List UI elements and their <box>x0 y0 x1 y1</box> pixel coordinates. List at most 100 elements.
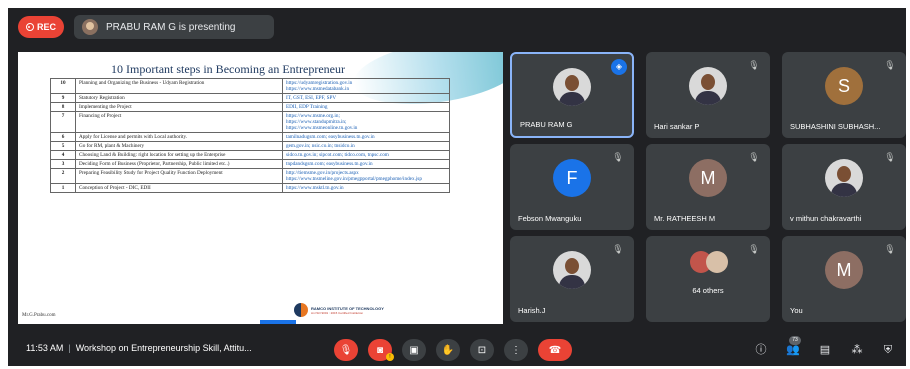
meet-window: REC PRABU RAM G is presenting 10 Importa… <box>8 8 906 366</box>
meeting-info: 11:53 AM | Workshop on Entrepreneurship Sk… <box>26 343 252 353</box>
presenter-avatar <box>82 19 98 35</box>
table-row: 1 Conception of Project - DIC, EDII https:… <box>50 183 450 193</box>
institution-seal-icon <box>294 303 308 317</box>
step-number: 1 <box>50 183 76 193</box>
avatar <box>553 251 591 290</box>
participant-tile[interactable]: Hari sankar P 🎙 <box>646 52 770 138</box>
step-number: 9 <box>50 93 76 103</box>
step-links: https://www.msktl.tn.gov.in <box>282 183 450 193</box>
step-number: 2 <box>50 168 76 184</box>
info-icon: ⓘ <box>755 344 767 356</box>
meeting-title: Workshop on Entrepreneurship Skill, Atti… <box>75 343 252 353</box>
more-options-button[interactable]: ⋮ <box>504 339 528 361</box>
table-row: 2 Preparing Feasibility Study for Project… <box>50 168 450 184</box>
avatar: F <box>553 159 591 198</box>
step-links: IT, GST, ESI, EPF, SPV <box>282 93 450 103</box>
participant-name: PRABU RAM G <box>520 120 573 129</box>
participant-tile[interactable]: M Mr. RATHEESH M 🎙 <box>646 144 770 230</box>
raise-hand-button[interactable]: ✋ <box>436 339 460 361</box>
captions-button[interactable]: ▣ <box>402 339 426 361</box>
shield-icon: ⛨ <box>883 344 893 356</box>
table-row: 8 Implementing the Project EDII, EDP Train… <box>50 102 450 112</box>
mic-muted-icon: 🎙 <box>748 152 760 162</box>
participant-tile[interactable]: F Febson Mwanguku 🎙 <box>510 144 634 230</box>
meeting-details-button[interactable]: ⓘ <box>753 342 769 358</box>
warning-badge-icon: ! <box>386 353 394 361</box>
step-links: sidco.tn.gov.in; sipcot.com; tidco.com, … <box>282 150 450 160</box>
participant-tile[interactable]: S SUBHASHINI SUBHASH... 🎙 <box>782 52 906 138</box>
institution-logo: RAMCO INSTITUTE OF TECHNOLOGY An ISO 900… <box>294 302 434 318</box>
step-text: Apply for License and permits with Local… <box>75 132 283 142</box>
table-row: 3 Deciding Form of Business (Proprietor, … <box>50 159 450 169</box>
participant-count: 73 <box>789 336 801 345</box>
participant-name: You <box>790 306 803 315</box>
rec-label: REC <box>36 22 56 32</box>
participant-name: SUBHASHINI SUBHASH... <box>790 122 881 131</box>
chat-button[interactable]: ▤ <box>817 342 833 358</box>
participant-tile[interactable]: M You 🎙 <box>782 236 906 322</box>
step-text: Choosing Land & Building: right location… <box>75 150 283 160</box>
participant-tile[interactable]: PRABU RAM G ◈ <box>510 52 634 138</box>
camera-button[interactable]: ◙ ! <box>368 339 394 361</box>
step-number: 3 <box>50 159 76 169</box>
people-icon: 👥 <box>786 344 800 356</box>
step-number: 7 <box>50 111 76 133</box>
avatar <box>825 159 863 198</box>
avatar <box>553 67 591 106</box>
mic-muted-icon: 🎙 <box>612 152 624 162</box>
table-row: 9 Statutory Registration IT, GST, ESI, EPF… <box>50 93 450 103</box>
step-links: https://www.msme.org.in; https://www.sta… <box>282 111 450 133</box>
step-number: 6 <box>50 132 76 142</box>
activities-icon: ⁂ <box>851 344 863 356</box>
step-number: 10 <box>50 78 76 94</box>
mic-muted-icon: 🎙 <box>748 244 760 254</box>
slide-title: 10 Important steps in Becoming an Entrep… <box>111 62 345 76</box>
step-text: Implementing the Project <box>75 102 283 112</box>
step-text: Planning and Organizing the Business - U… <box>75 78 283 94</box>
host-controls-button[interactable]: ⛨ <box>880 342 896 358</box>
recording-indicator[interactable]: REC <box>18 16 64 38</box>
step-text: Statutory Registration <box>75 93 283 103</box>
presenting-banner[interactable]: PRABU RAM G is presenting <box>74 15 274 39</box>
people-button[interactable]: 73 👥 <box>785 336 801 358</box>
step-links: EDII, EDP Training <box>282 102 450 112</box>
hand-icon: ✋ <box>441 344 455 356</box>
avatar <box>689 67 727 106</box>
table-row: 4 Choosing Land & Building: right locatio… <box>50 150 450 160</box>
logo-name: RAMCO INSTITUTE OF TECHNOLOGY <box>311 305 384 311</box>
record-icon <box>25 23 34 31</box>
chat-icon: ▤ <box>819 344 831 356</box>
step-text: Preparing Feasibility Study for Project … <box>75 168 283 184</box>
slide-author: Mr.G.Prabu.com <box>22 313 56 318</box>
mic-muted-icon: 🎙 <box>748 60 760 70</box>
presenting-text: PRABU RAM G is presenting <box>106 21 236 33</box>
participant-name: Mr. RATHEESH M <box>654 214 716 223</box>
step-links: tnpdandsgsm.com; easybusiness.tn.gov.in <box>282 159 450 169</box>
others-avatars <box>684 250 732 277</box>
avatar: S <box>825 67 863 106</box>
captions-icon: ▣ <box>409 344 419 356</box>
step-number: 5 <box>50 141 76 151</box>
slide-progress-bar <box>260 320 296 324</box>
participant-tile[interactable]: Harish.J 🎙 <box>510 236 634 322</box>
mic-muted-icon: 🎙 <box>612 244 624 254</box>
step-links: http://tiemsme.gov.in/projects.aspx http… <box>282 168 450 184</box>
present-button[interactable]: ⊡ <box>470 339 494 361</box>
step-text: Go for RM, plant & Machinery <box>75 141 283 151</box>
activities-button[interactable]: ⁂ <box>849 342 865 358</box>
avatar: M <box>689 159 727 198</box>
more-vert-icon: ⋮ <box>511 344 521 356</box>
step-number: 4 <box>50 150 76 160</box>
mic-button[interactable]: 🎙 <box>334 339 358 361</box>
step-number: 8 <box>50 102 76 112</box>
camera-off-icon: ◙ <box>376 344 384 356</box>
present-screen-icon: ⊡ <box>477 344 487 356</box>
leave-call-button[interactable]: ☎ <box>538 339 572 361</box>
participant-tile[interactable]: v mithun chakravarthi 🎙 <box>782 144 906 230</box>
mic-muted-icon: 🎙 <box>884 60 896 70</box>
step-links: tamilnadugsm.com; easybusiness.tn.gov.in <box>282 132 450 142</box>
step-text: Deciding Form of Business (Proprietor, P… <box>75 159 283 169</box>
participant-tile[interactable]: 64 others 🎙 <box>646 236 770 322</box>
step-links: https://udyamregistration.gov.in https:/… <box>282 78 450 94</box>
mic-off-icon: 🎙 <box>339 344 353 356</box>
